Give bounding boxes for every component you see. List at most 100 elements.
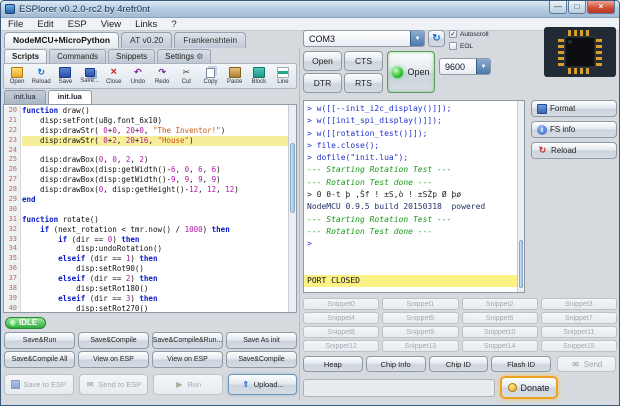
checkbox-eol[interactable]: EOL (449, 41, 489, 51)
scrollbar-thumb[interactable] (519, 240, 523, 288)
code-token: ) (220, 125, 226, 135)
file-tab-0[interactable]: init.lua (4, 90, 46, 104)
code-token: then (139, 274, 158, 284)
heap-button[interactable]: Heap (303, 356, 363, 372)
line-number: 23 (8, 135, 17, 144)
toolbar-reload-button[interactable]: Reload (29, 65, 53, 87)
toolbar-line-button[interactable]: Line (271, 65, 295, 87)
menu-esp[interactable]: ESP (61, 18, 94, 31)
toolbar-block-button[interactable]: Block (247, 65, 271, 87)
upload-button[interactable]: Upload... (227, 374, 297, 395)
snippet9-button[interactable]: Snippet9 (382, 326, 459, 338)
save-compile-run-button[interactable]: Save&Compile&Run... (152, 332, 223, 349)
toolbar-undo-button[interactable]: Undo (126, 65, 150, 87)
snippet4-button[interactable]: Snippet4 (303, 312, 380, 324)
fs-info-button[interactable]: FS info (531, 121, 617, 138)
toolbar-save-button[interactable]: Save (53, 65, 77, 87)
save-actions-row-1: Save&Run Save&Compile Save&Compile&Run... S… (4, 332, 297, 349)
toolbar-copy-button[interactable]: Copy (198, 65, 222, 87)
save-as-init-button[interactable]: Save As init (226, 332, 297, 349)
tab-snippets[interactable]: Snippets (108, 49, 156, 63)
toolbar-redo-button[interactable]: Redo (150, 65, 174, 87)
line-number: 38 (8, 284, 17, 293)
toolbar-open-button[interactable]: Open (5, 65, 29, 87)
terminal-line: > 0 θ-t þ ‚Šf ! ±S‚ò ! ±SŽp Ø þø (307, 190, 462, 200)
snippet1-button[interactable]: Snippet1 (382, 298, 459, 310)
format-button[interactable]: Format (531, 100, 617, 117)
tab-commands[interactable]: Commands (49, 49, 107, 63)
code-token: , (202, 165, 212, 175)
view-on-esp-button[interactable]: View on ESP (152, 351, 223, 368)
code-editor[interactable]: 20 21 22 23 24 25 26 27 28 29 30 31 32 33 34 35 36 37 38 39… (3, 104, 297, 313)
snippet7-button[interactable]: Snippet7 (540, 312, 617, 324)
baud-rate-select[interactable]: 9600 ▼ (439, 58, 491, 75)
send-button[interactable]: Send (557, 356, 616, 372)
donate-button[interactable]: Donate (500, 376, 558, 399)
toolbar-save-button[interactable]: Save... (78, 65, 102, 87)
serial-port-select[interactable]: COM3 ▼ (303, 30, 425, 47)
cut-icon (180, 67, 192, 78)
view-on-esp-button[interactable]: View on ESP (78, 351, 149, 368)
firmware-tab-frankenshtein[interactable]: Frankenshtein (174, 32, 247, 48)
snippet12-button[interactable]: Snippet12 (303, 340, 380, 352)
snippet15-button[interactable]: Snippet15 (540, 340, 617, 352)
flash-id-button[interactable]: Flash ID (491, 356, 551, 372)
rts-button[interactable]: RTS (344, 73, 383, 93)
scrollbar-thumb[interactable] (290, 143, 295, 213)
tab-scripts[interactable]: Scripts (4, 49, 48, 63)
open-port-button[interactable]: Open (303, 51, 342, 71)
toolbar-label: Undo (130, 79, 146, 85)
minimize-button[interactable]: — (549, 1, 567, 14)
code-token: , (116, 155, 126, 165)
snippet5-button[interactable]: Snippet5 (382, 312, 459, 324)
snippet14-button[interactable]: Snippet14 (461, 340, 538, 352)
snippet11-button[interactable]: Snippet11 (540, 326, 617, 338)
save-compile-all-button[interactable]: Save&Compile All (4, 351, 75, 368)
snippet13-button[interactable]: Snippet13 (382, 340, 459, 352)
firmware-tab-at-v0-20[interactable]: AT v0.20 (121, 32, 173, 48)
command-input[interactable] (303, 379, 495, 397)
refresh-ports-button[interactable]: ↻ (428, 30, 445, 47)
snippet0-button[interactable]: Snippet0 (303, 298, 380, 310)
toolbar-paste-button[interactable]: Paste (223, 65, 247, 87)
menu-file[interactable]: File (1, 18, 30, 31)
save-to-esp-button[interactable]: Save to ESP (4, 374, 74, 395)
terminal-scrollbar[interactable] (517, 101, 524, 292)
checkbox-autoscroll[interactable]: ✓ Autoscroll (449, 29, 489, 39)
maximize-button[interactable]: □ (568, 1, 586, 14)
port-open-toggle[interactable]: Open (387, 51, 435, 93)
menu-view[interactable]: View (94, 18, 128, 31)
save-run-button[interactable]: Save&Run (4, 332, 75, 349)
send-to-esp-button[interactable]: Send to ESP (78, 374, 148, 395)
toolbar-close-button[interactable]: Close (102, 65, 126, 87)
dtr-button[interactable]: DTR (303, 73, 342, 93)
menu-item[interactable]: ? (164, 18, 183, 31)
save-compile-button[interactable]: Save&Compile (78, 332, 149, 349)
line-number: 20 (8, 106, 17, 114)
snippet8-button[interactable]: Snippet8 (303, 326, 380, 338)
run-button[interactable]: Run (153, 374, 223, 395)
chip-id-button[interactable]: Chip ID (428, 356, 489, 372)
close-button[interactable]: × (587, 1, 615, 14)
snippet10-button[interactable]: Snippet10 (461, 326, 538, 338)
menu-links[interactable]: Links (128, 18, 164, 31)
code-area[interactable]: function draw() disp:setFont(u8g.font_6x… (22, 106, 288, 312)
menu-edit[interactable]: Edit (30, 18, 60, 31)
file-tab-1[interactable]: init.lua (47, 90, 92, 104)
code-token: , (216, 185, 226, 195)
snippet3-button[interactable]: Snippet3 (540, 298, 617, 310)
firmware-tab-nodemcu-micropython[interactable]: NodeMCU+MicroPython (4, 32, 120, 48)
toolbar-cut-button[interactable]: Cut (174, 65, 198, 87)
snippet6-button[interactable]: Snippet6 (461, 312, 538, 324)
title-bar[interactable]: ESPlorer v0.2.0-rc2 by 4refr0nt — □ × (1, 1, 619, 18)
reload-button[interactable]: Reload (531, 142, 617, 159)
left-panel-tabs: Scripts Commands Snippets Settings ⚙ (4, 49, 212, 63)
editor-scrollbar[interactable] (288, 105, 296, 312)
save-compile-button[interactable]: Save&Compile (226, 351, 297, 368)
tab-settings[interactable]: Settings ⚙ (157, 49, 212, 63)
snippet2-button[interactable]: Snippet2 (461, 298, 538, 310)
cts-button[interactable]: CTS (344, 51, 383, 71)
chip-info-button[interactable]: Chip Info (365, 356, 426, 372)
serial-terminal[interactable]: > w([[--init_i2c_display()]]); > w([[init… (303, 100, 525, 293)
